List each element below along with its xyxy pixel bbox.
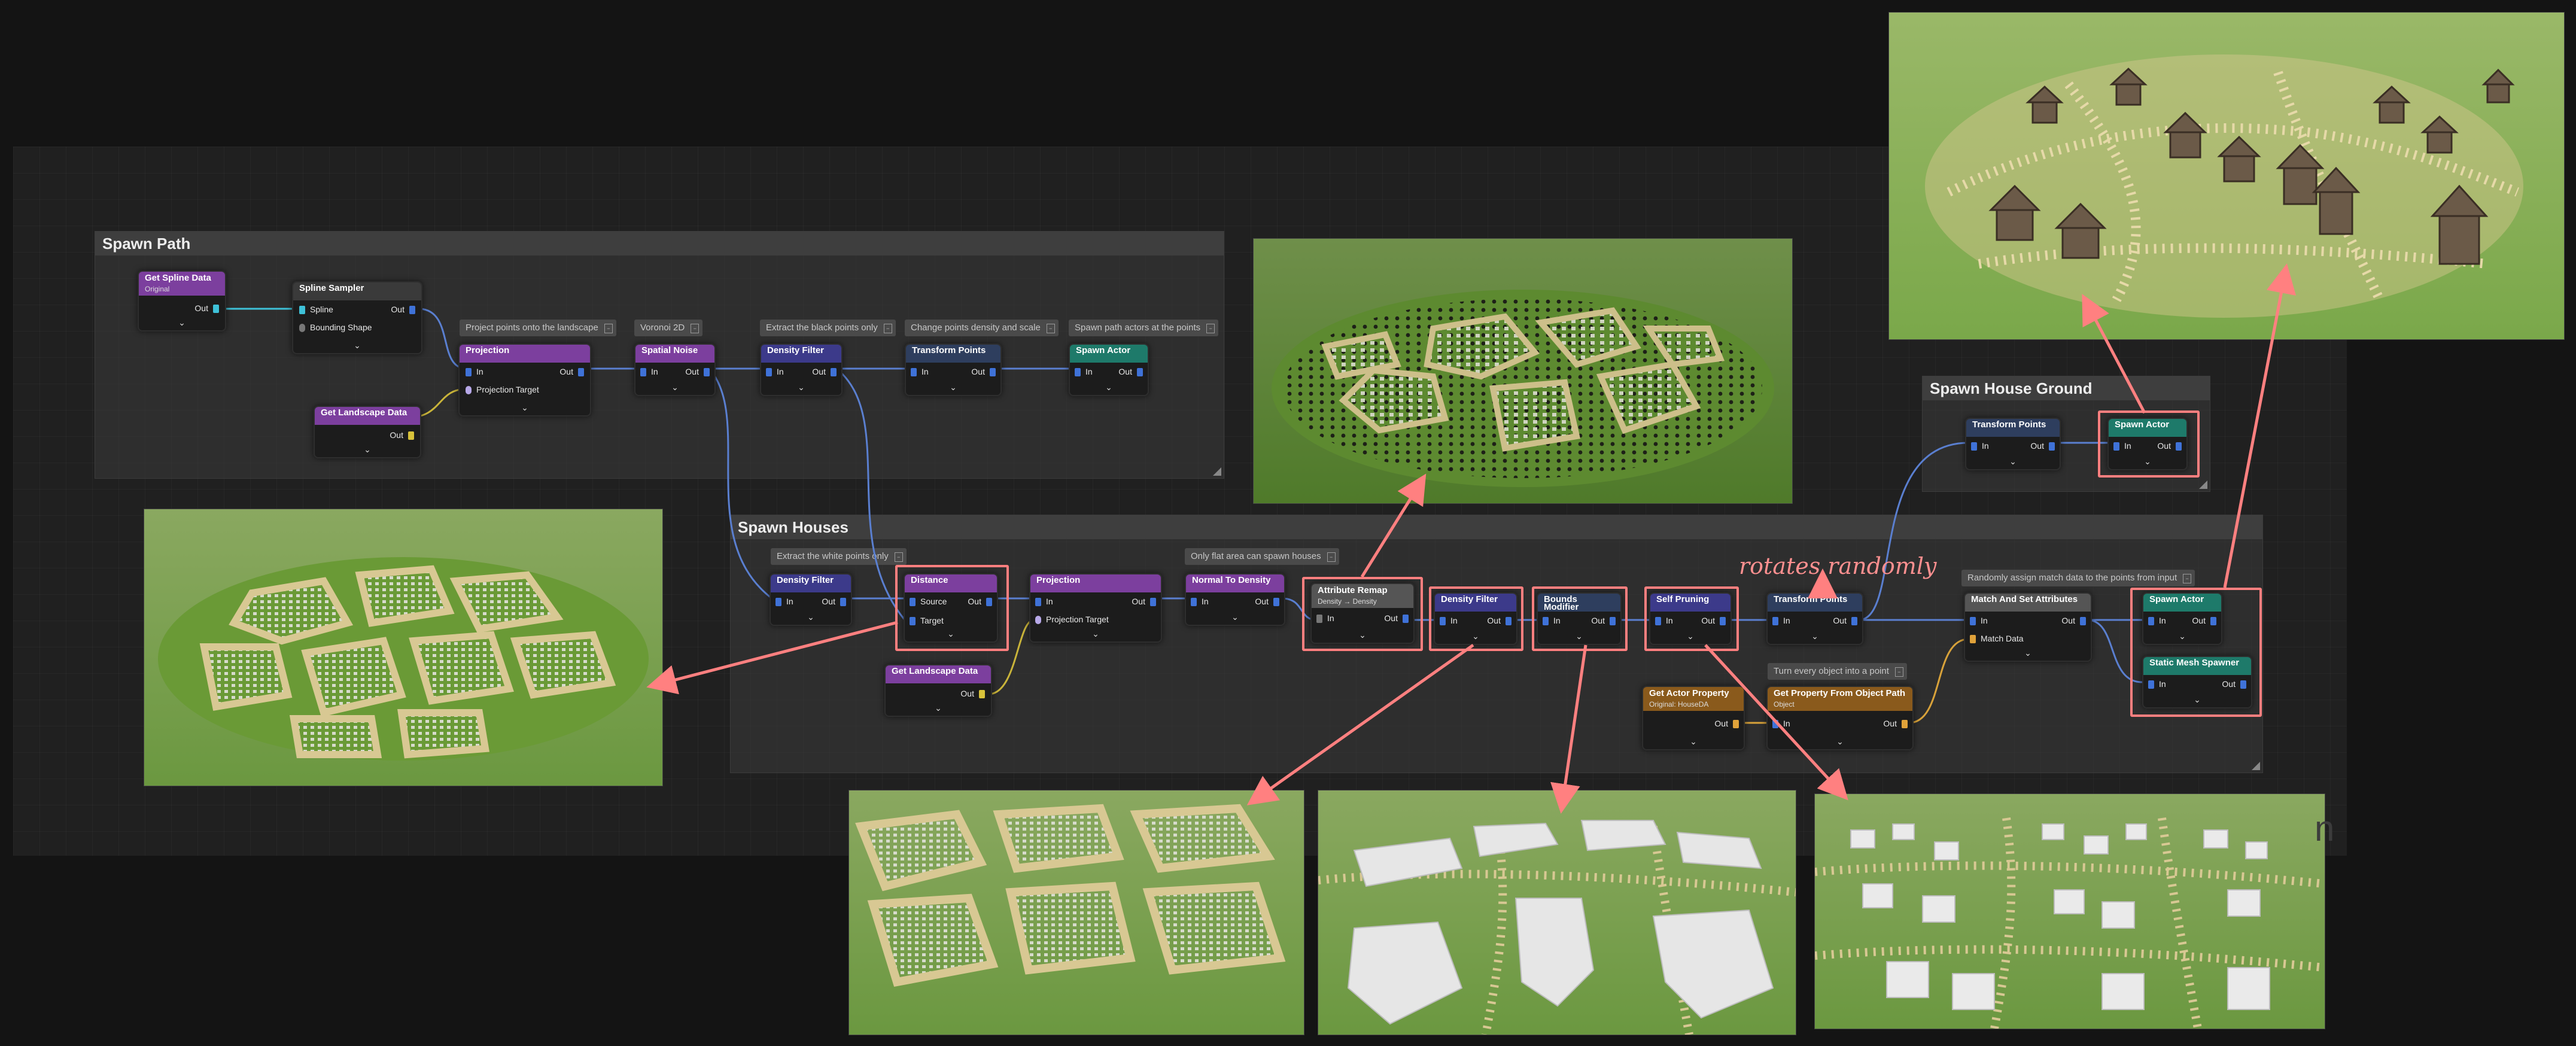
watermark: n bbox=[2315, 808, 2335, 849]
arrows bbox=[646, 263, 2297, 814]
